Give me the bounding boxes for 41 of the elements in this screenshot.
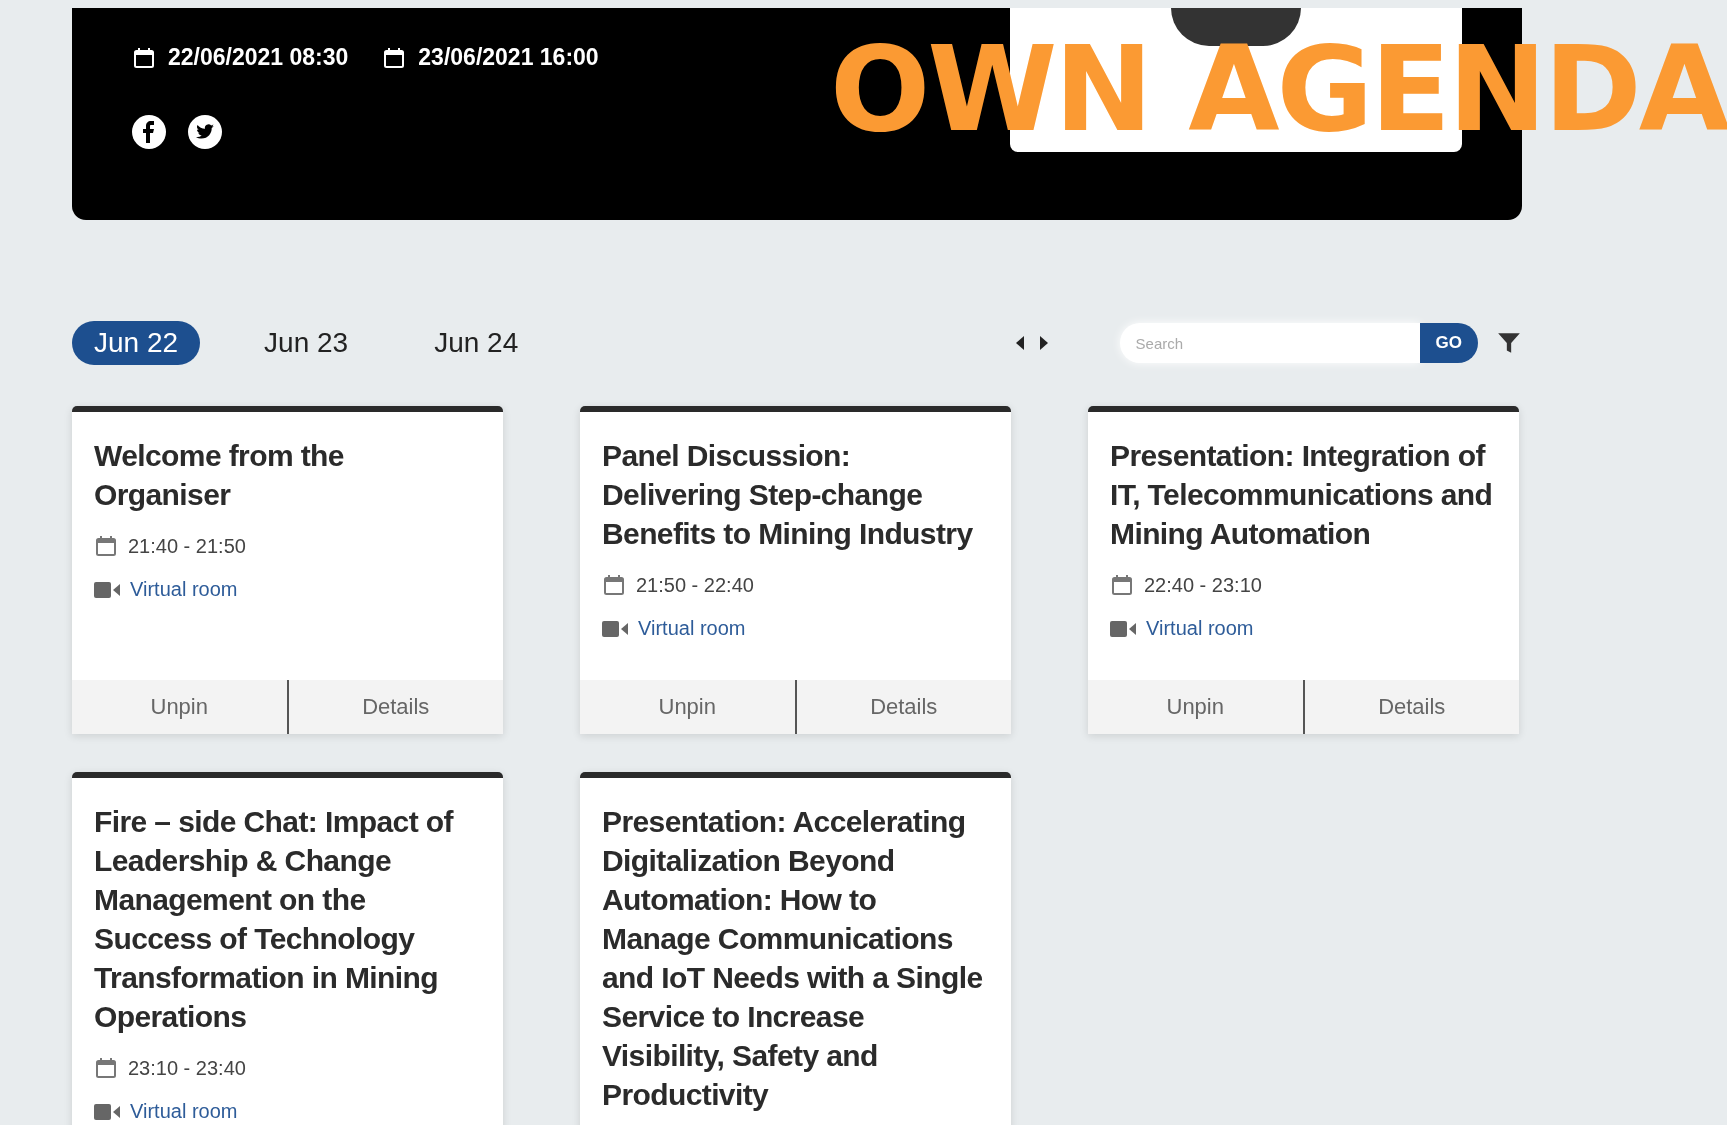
video-camera-icon (94, 1102, 120, 1121)
virtual-room-link[interactable]: Virtual room (130, 1100, 238, 1123)
session-title: Fire – side Chat: Impact of Leadership & Change Management on the Success of Technology Transformation in Mining Operations (94, 804, 455, 1035)
bird-icon[interactable] (188, 115, 222, 149)
details-button[interactable]: Details (1302, 680, 1519, 734)
facebook-icon[interactable] (132, 115, 166, 149)
session-title: Presentation: Accelerating Digitalization Beyond Automation: How to Manage Communications and IoT Needs with a Single Service to Increase Visibility, Safety and Productivity (602, 804, 984, 1113)
details-button[interactable]: Details (794, 680, 1011, 734)
virtual-room-link[interactable]: Virtual room (1146, 617, 1254, 640)
session-title: Panel Discussion: Delivering Step-change Benefits to Mining Industry (602, 438, 974, 552)
video-camera-icon (602, 619, 628, 638)
calendar-icon (132, 45, 156, 70)
calendar-icon (94, 1056, 118, 1080)
details-button[interactable]: Details (286, 680, 503, 734)
search-field[interactable]: Search (1119, 323, 1420, 363)
unpin-button[interactable]: Unpin (72, 680, 287, 734)
calendar-icon (382, 45, 407, 70)
go-button[interactable]: GO (1419, 323, 1478, 363)
session-time: 21:50 - 22:40 (636, 573, 754, 597)
day-tab[interactable]: Jun 23 (242, 321, 371, 365)
unpin-button[interactable]: Unpin (1088, 680, 1303, 734)
day-tab[interactable]: Jun 22 (72, 321, 201, 365)
caret-right-icon (1039, 336, 1048, 350)
session-time: 22:40 - 23:10 (1144, 573, 1262, 597)
session-title: Welcome from the Organiser (94, 438, 345, 513)
day-tab[interactable]: Jun 24 (412, 321, 541, 365)
session-title: Presentation: Integration of IT, Telecommunications and Mining Automation (1110, 438, 1494, 552)
start-date: 22/06/2021 08:30 (168, 44, 349, 71)
next-button[interactable] (1037, 334, 1050, 352)
video-camera-icon (1110, 619, 1136, 638)
virtual-room-link[interactable]: Virtual room (638, 617, 746, 640)
caret-left-icon (1015, 336, 1024, 350)
calendar-icon (602, 573, 626, 597)
virtual-room-link[interactable]: Virtual room (130, 578, 238, 601)
end-date: 23/06/2021 16:00 (418, 44, 599, 71)
session-time: 23:10 - 23:40 (128, 1056, 246, 1080)
session-time: 21:40 - 21:50 (128, 534, 246, 558)
video-camera-icon (94, 580, 120, 599)
unpin-button[interactable]: Unpin (580, 680, 795, 734)
calendar-icon (94, 534, 118, 558)
calendar-icon (1110, 573, 1134, 597)
